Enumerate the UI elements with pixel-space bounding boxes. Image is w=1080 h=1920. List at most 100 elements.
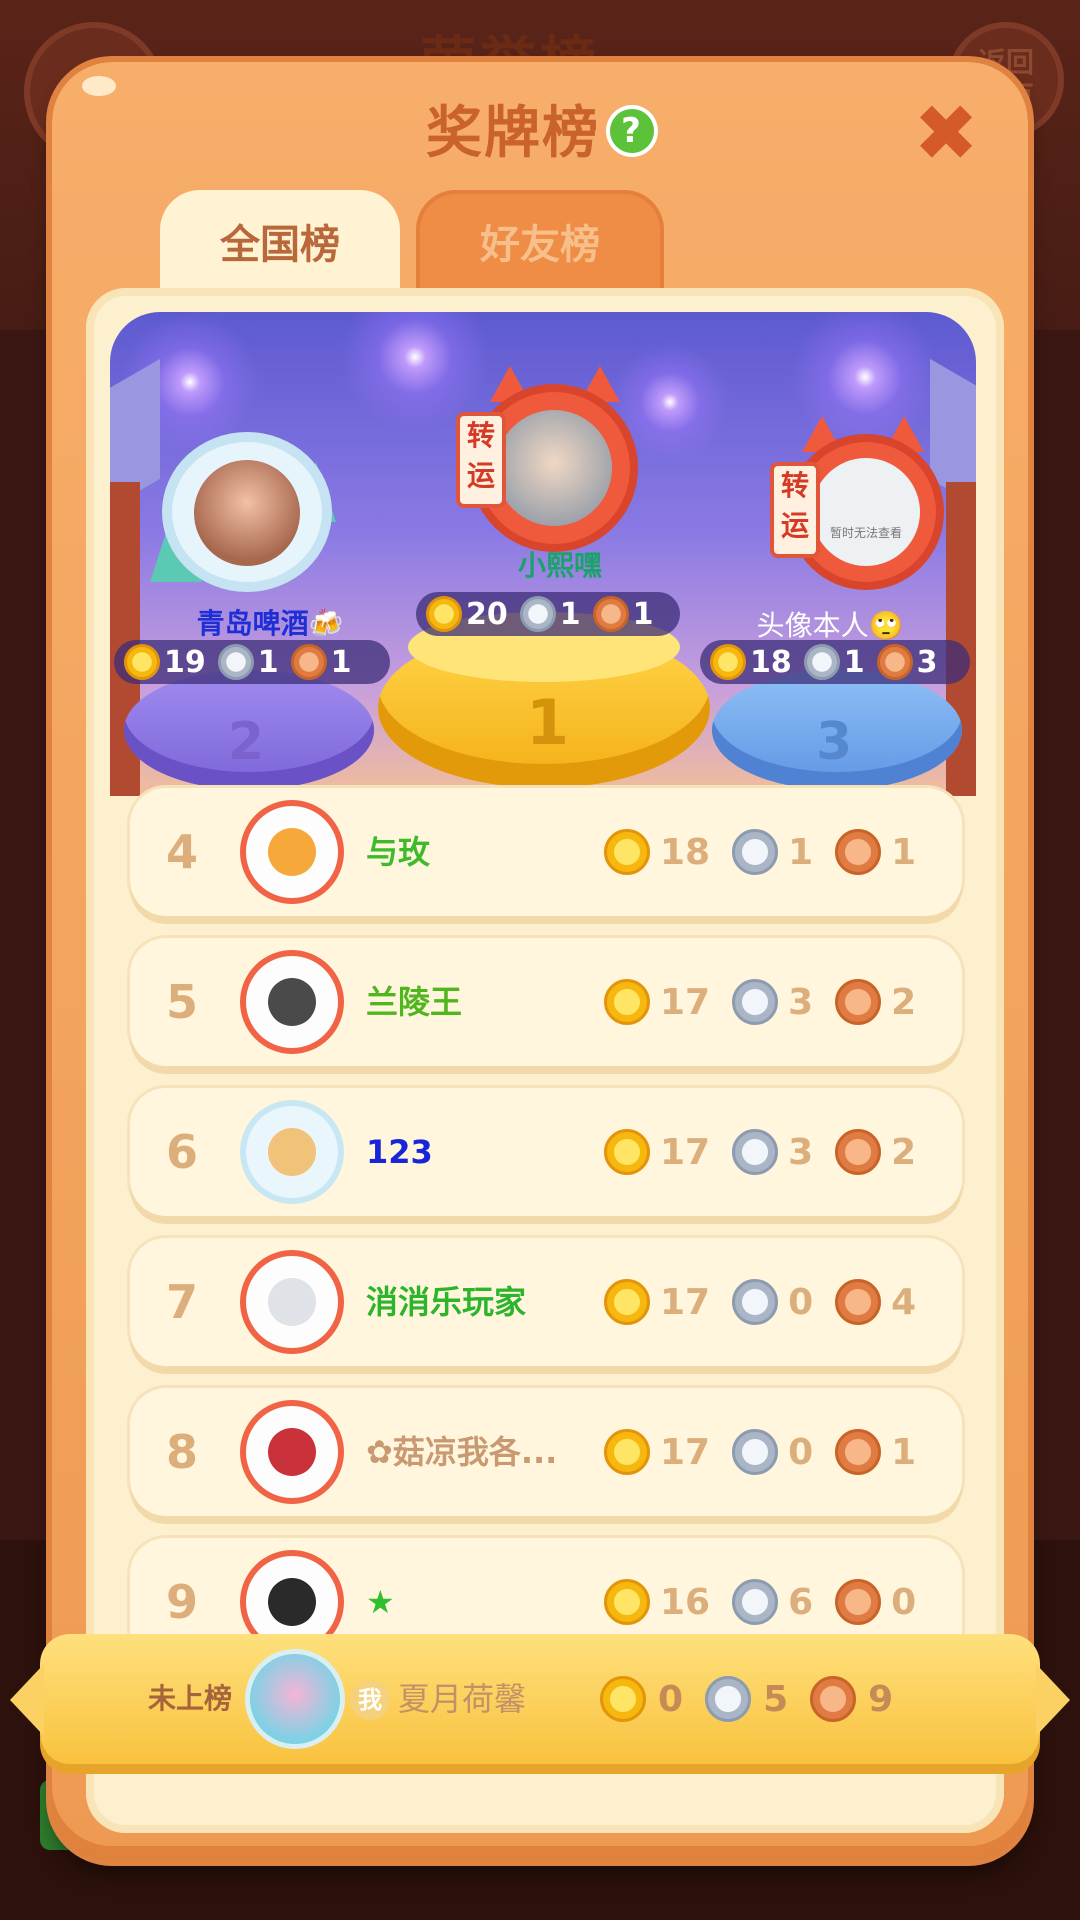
bronze-count: 1 [891,831,917,873]
gold-medal-icon [124,644,160,680]
silver-medal-icon [732,1429,779,1475]
gold-medal-icon [604,979,650,1025]
gold-count: 17 [660,981,711,1023]
silver-medal-icon [217,644,254,680]
cat-ear [580,366,620,402]
leaderboard-row[interactable]: 6 123 17 3 2 [130,1088,962,1216]
question-icon[interactable]: ? [610,108,654,153]
avatar-face [268,1128,316,1176]
bronze-count: 3 [916,644,938,680]
me-badge: 我 [350,1680,390,1720]
row-avatar[interactable] [246,1256,338,1348]
leaderboard-row[interactable]: 4 与玫 18 1 1 [130,788,962,916]
my-avatar[interactable] [250,1654,340,1744]
gold-medal-icon [604,829,650,875]
gold-medal-icon [600,1676,646,1722]
row-player-name: 与玫 [366,833,431,871]
row-rank: 8 [165,1425,198,1479]
cat-ear [490,366,530,402]
tab-national[interactable]: 全国榜 [160,190,400,300]
avatar-face [268,1428,316,1476]
close-icon[interactable]: ✖ [910,95,982,173]
gold-medal-icon [604,1579,650,1625]
gold-count: 0 [658,1678,684,1720]
leaderboard-row[interactable]: 8 ✿菇凉我各... 17 0 1 [130,1388,962,1516]
modal-title-wrap: 奖牌榜? [52,88,1028,169]
tab-friends[interactable]: 好友榜 [416,190,664,300]
silver-medal-icon [732,829,779,875]
gold-medal-icon [604,1129,650,1175]
row-rank: 4 [165,825,198,879]
medal-bar-second: 19 1 1 [114,640,390,684]
bronze-medal-icon [592,596,629,632]
silver-count: 0 [788,1281,814,1323]
leaderboard-content: 2 1 3 转运 暂时无法查看 转运 青岛啤酒🍻 小熙嘿 头像本人🙄 19 1 … [86,288,1004,1833]
bronze-count: 4 [891,1281,917,1323]
gold-count: 18 [750,644,792,680]
my-rank-bar: 未上榜 我 夏月荷馨 0 5 9 [10,1634,1070,1764]
row-player-name: 消消乐玩家 [366,1283,527,1321]
row-rank: 6 [165,1125,198,1179]
avatar-face [268,1278,316,1326]
my-medals: 0 5 9 [600,1634,915,1764]
podium: 2 1 3 转运 暂时无法查看 转运 青岛啤酒🍻 小熙嘿 头像本人🙄 19 1 … [110,312,976,796]
gold-count: 20 [466,596,508,632]
silver-medal-icon [732,1579,779,1625]
gold-count: 17 [660,1281,711,1323]
gold-count: 19 [164,644,206,680]
avatar-unavailable: 暂时无法查看 [812,458,920,566]
gold-medal-icon [710,644,746,680]
silver-medal-icon [732,979,779,1025]
avatar-second[interactable] [172,442,322,582]
bronze-medal-icon [810,1676,857,1722]
silver-count: 3 [788,981,814,1023]
row-avatar[interactable] [246,1106,338,1198]
row-medals: 17 0 4 [604,1238,938,1366]
bronze-medal-icon [835,1279,882,1325]
bronze-count: 1 [891,1431,917,1473]
row-medals: 18 1 1 [604,788,938,916]
medal-bar-third: 18 1 3 [700,640,970,684]
bronze-count: 1 [632,596,654,632]
unranked-label: 未上榜 [148,1682,233,1715]
gold-count: 17 [660,1131,711,1173]
cat-ear [802,416,842,452]
bronze-medal-icon [835,1429,882,1475]
medal-bar-first: 20 1 1 [416,592,680,636]
podium-name-first: 小熙嘿 [517,549,602,582]
row-avatar[interactable] [246,956,338,1048]
silver-medal-icon [705,1676,752,1722]
leaderboard-row[interactable]: 5 兰陵王 17 3 2 [130,938,962,1066]
bronze-medal-icon [290,644,327,680]
row-avatar[interactable] [246,806,338,898]
row-medals: 17 3 2 [604,938,938,1066]
bronze-count: 0 [891,1581,917,1623]
row-player-name: 兰陵王 [366,983,463,1021]
bronze-medal-icon [876,644,913,680]
silver-count: 6 [788,1581,814,1623]
bar-ribbon-left [10,1664,44,1736]
luck-tag: 转运 [770,462,820,558]
podium-rank-3: 3 [816,712,853,772]
silver-count: 5 [763,1678,789,1720]
gold-count: 18 [660,831,711,873]
podium-name-second: 青岛啤酒🍻 [196,607,344,640]
bronze-medal-icon [835,979,882,1025]
bronze-medal-icon [835,829,882,875]
bar-ribbon-right [1036,1664,1070,1736]
luck-tag: 转运 [456,412,506,508]
row-avatar[interactable] [246,1406,338,1498]
leaderboard-row[interactable]: 7 消消乐玩家 17 0 4 [130,1238,962,1366]
row-medals: 17 0 1 [604,1388,938,1516]
podium-rank-1: 1 [526,686,570,759]
bronze-count: 9 [868,1678,894,1720]
silver-medal-icon [803,644,840,680]
bronze-count: 2 [891,1131,917,1173]
silver-count: 1 [788,831,814,873]
avatar-photo [496,410,612,526]
medal-leaderboard-modal: 奖牌榜? ✖ 全国榜 好友榜 2 1 3 转运 暂时无法查看 转运 青岛啤酒🍻 … [52,62,1028,1860]
gold-medal-icon [604,1429,650,1475]
avatar-photo [194,460,300,566]
silver-medal-icon [732,1279,779,1325]
gold-medal-icon [426,596,462,632]
